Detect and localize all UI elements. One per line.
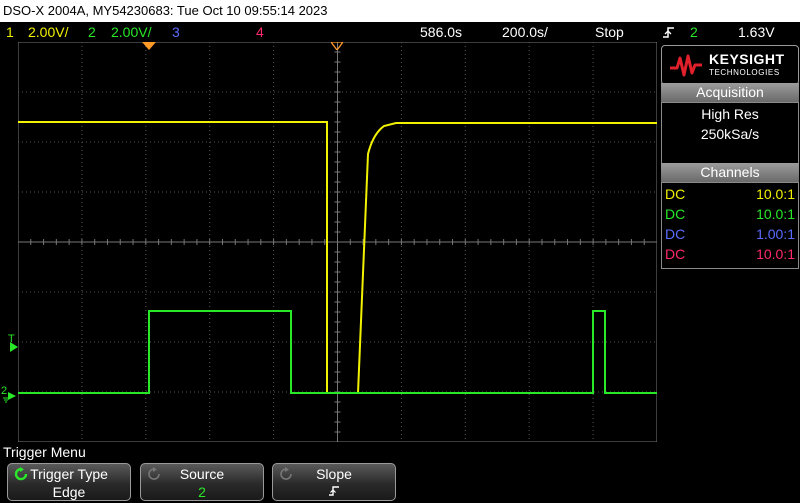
ch2-ground-marker-icon[interactable] xyxy=(0,390,18,404)
window-title: DSO-X 2004A, MY54230683: Tue Oct 10 09:5… xyxy=(3,3,328,18)
rising-edge-icon xyxy=(663,27,674,38)
keysight-logo: KEYSIGHT TECHNOLOGIES xyxy=(661,45,799,85)
ch2-number[interactable]: 2 xyxy=(88,22,96,42)
channel-4-probe: 10.0:1 xyxy=(756,246,795,262)
channel-row-2[interactable]: DC 10.0:1 xyxy=(662,204,798,224)
ch1-scale[interactable]: 2.00V/ xyxy=(28,22,68,42)
softkey-slope[interactable]: Slope xyxy=(272,463,396,501)
delay-reference-marker-icon xyxy=(331,42,343,50)
channels-panel: DC 10.0:1 DC 10.0:1 DC 1.00:1 DC 10.0:1 xyxy=(661,182,799,269)
softkey-source-value: 2 xyxy=(198,484,206,500)
channel-4-coupling: DC xyxy=(665,246,686,262)
ch1-number[interactable]: 1 xyxy=(6,22,14,42)
softkey-trigger-type-value: Edge xyxy=(52,484,86,500)
knob-icon xyxy=(14,467,28,481)
ch4-number[interactable]: 4 xyxy=(256,22,264,42)
channel-3-coupling: DC xyxy=(665,226,686,242)
acquisition-header[interactable]: Acquisition xyxy=(661,83,799,102)
timebase-readout[interactable]: 200.0s/ xyxy=(502,22,548,42)
softkey-trigger-type[interactable]: Trigger Type Edge xyxy=(7,463,131,501)
channel-2-probe: 10.0:1 xyxy=(756,206,795,222)
channel-3-probe: 1.00:1 xyxy=(756,226,795,242)
waveform-grid[interactable] xyxy=(18,42,657,442)
menu-title: Trigger Menu xyxy=(3,444,86,460)
channel-1-probe: 10.0:1 xyxy=(756,186,795,202)
channel-1-coupling: DC xyxy=(665,186,686,202)
trigger-source[interactable]: 2 xyxy=(690,22,698,42)
trigger-time-marker-icon[interactable] xyxy=(142,42,156,50)
rising-edge-icon xyxy=(329,486,339,496)
ch2-scale[interactable]: 2.00V/ xyxy=(111,22,151,42)
channel-row-1[interactable]: DC 10.0:1 xyxy=(662,184,798,204)
channel-row-3[interactable]: DC 1.00:1 xyxy=(662,224,798,244)
keysight-wave-icon xyxy=(670,54,702,77)
title-bar: DSO-X 2004A, MY54230683: Tue Oct 10 09:5… xyxy=(0,0,800,22)
channel-row-4[interactable]: DC 10.0:1 xyxy=(662,244,798,264)
side-panel: KEYSIGHT TECHNOLOGIES Acquisition High R… xyxy=(660,42,800,442)
delay-readout[interactable]: 586.0s xyxy=(420,22,462,42)
run-state[interactable]: Stop xyxy=(595,22,624,42)
knob-icon xyxy=(148,467,160,480)
brand-sub: TECHNOLOGIES xyxy=(709,68,780,77)
trigger-level-marker-icon[interactable] xyxy=(10,342,18,352)
channels-header[interactable]: Channels xyxy=(661,163,799,182)
channel-2-coupling: DC xyxy=(665,206,686,222)
ch3-number[interactable]: 3 xyxy=(172,22,180,42)
sample-rate: 250kSa/s xyxy=(700,126,760,142)
acquisition-mode: High Res xyxy=(701,106,759,122)
trigger-level[interactable]: 1.63V xyxy=(738,22,775,42)
brand-name: KEYSIGHT xyxy=(709,51,785,67)
status-bar: 1 2.00V/ 2 2.00V/ 3 4 586.0s 200.0s/ Sto… xyxy=(0,22,800,42)
acquisition-panel: High Res 250kSa/s xyxy=(661,102,799,164)
softkey-source[interactable]: Source 2 xyxy=(140,463,264,501)
knob-icon xyxy=(280,467,292,480)
